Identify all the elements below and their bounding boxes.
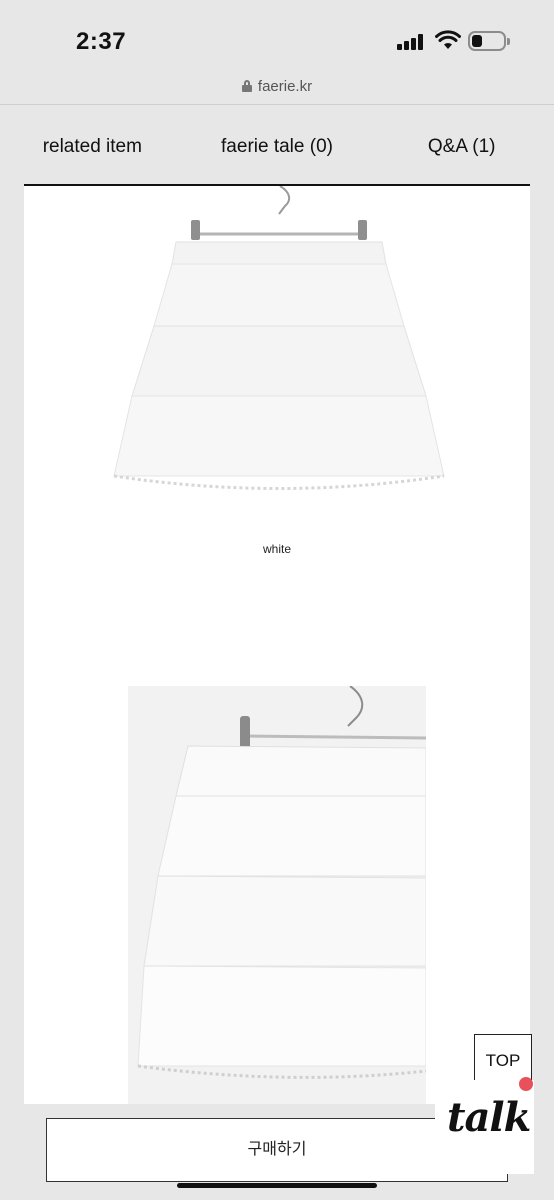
status-time: 2:37 — [76, 28, 127, 55]
product-tabs: related item faerie tale (0) Q&A (1) — [0, 106, 554, 186]
tab-related-item[interactable]: related item — [0, 106, 185, 186]
color-caption: white — [262, 542, 291, 556]
url-text: faerie.kr — [257, 78, 313, 95]
home-indicator[interactable] — [177, 1183, 377, 1188]
address-bar[interactable]: faerie.kr — [0, 70, 554, 104]
wifi-icon — [435, 30, 461, 49]
divider — [0, 104, 554, 105]
talk-logo-text: talk — [447, 1094, 531, 1141]
notification-dot-icon — [519, 1077, 533, 1091]
product-image-skirt-front — [104, 186, 450, 516]
tab-faerie-tale[interactable]: faerie tale (0) — [185, 106, 370, 186]
product-detail-content: white — [24, 186, 530, 1200]
status-bar: 2:37 — [0, 0, 554, 70]
tab-qna[interactable]: Q&A (1) — [369, 106, 554, 186]
cellular-signal-icon — [397, 34, 425, 50]
lock-icon — [241, 80, 252, 92]
talk-chat-button[interactable]: talk — [435, 1077, 534, 1174]
battery-fill — [472, 35, 482, 47]
battery-icon — [468, 31, 510, 51]
product-image-skirt-side — [128, 686, 426, 1106]
